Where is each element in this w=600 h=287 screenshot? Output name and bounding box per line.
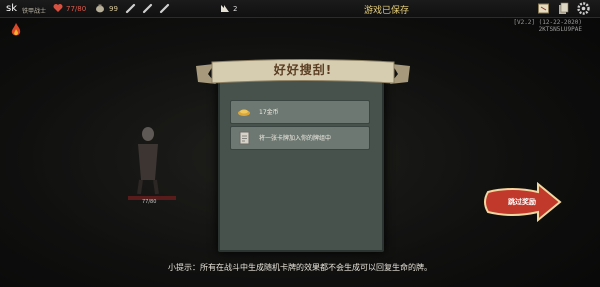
- gold-coin-icon: [238, 109, 250, 116]
- hp-readout: 77/80: [66, 5, 87, 13]
- enemy-hp-text: 77/80: [142, 199, 157, 205]
- reward-title: 好好搜刮!: [273, 63, 333, 77]
- player-class: 铁甲战士: [22, 8, 47, 15]
- enemy-figure[interactable]: [128, 120, 168, 195]
- floor-number: 2: [233, 5, 238, 13]
- flame-icon: [11, 23, 21, 36]
- save-status: 游戏已保存: [364, 6, 410, 16]
- deck-icon[interactable]: [557, 2, 570, 15]
- gold-readout: 99: [109, 5, 118, 13]
- version-info: [V2.2] (12-22-2020) 2KTSN5LU9PAE: [513, 19, 582, 33]
- player-name: sk: [6, 3, 18, 14]
- hint-text: 小提示：所有在战斗中生成随机卡牌的效果都不会生成可以回复生命的牌。: [168, 263, 432, 272]
- potion-slot-icon[interactable]: [159, 3, 170, 14]
- skip-rewards-label[interactable]: 跳过奖励: [496, 197, 548, 207]
- floor-icon: [221, 5, 229, 12]
- version-line: [V2.2] (12-22-2020): [513, 19, 582, 26]
- heart-icon: [53, 4, 63, 12]
- gear-icon[interactable]: [577, 2, 590, 15]
- top-bar: sk 铁甲战士 77/80 99 2 游戏已保存: [0, 0, 600, 18]
- map-icon[interactable]: [537, 2, 550, 15]
- reward-item-label: 将一张卡牌加入你的牌组中: [259, 135, 332, 142]
- reward-item-card[interactable]: 将一张卡牌加入你的牌组中: [230, 126, 370, 150]
- potion-slot-icon[interactable]: [125, 3, 136, 14]
- reward-item-gold[interactable]: 17金币: [230, 100, 370, 124]
- seed-line: 2KTSN5LU9PAE: [538, 26, 582, 33]
- reward-item-label: 17金币: [259, 109, 279, 116]
- card-icon: [239, 131, 250, 145]
- gold-pouch-icon: [96, 4, 104, 13]
- potion-slot-icon[interactable]: [142, 3, 153, 14]
